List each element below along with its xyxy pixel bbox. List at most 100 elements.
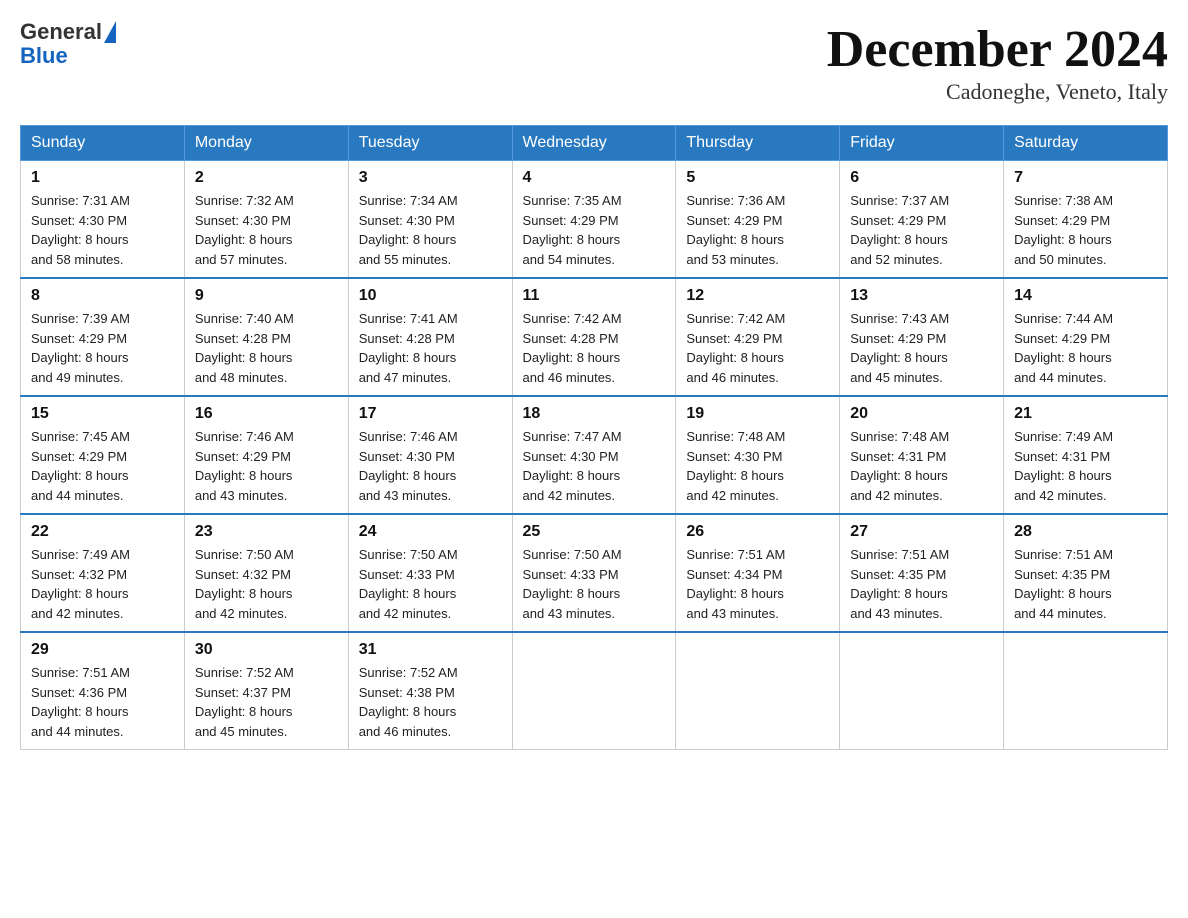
logo-block: General Blue bbox=[20, 20, 116, 68]
location-subtitle: Cadoneghe, Veneto, Italy bbox=[827, 79, 1168, 105]
day-number: 6 bbox=[850, 169, 993, 187]
table-row: 26Sunrise: 7:51 AMSunset: 4:34 PMDayligh… bbox=[676, 514, 840, 632]
day-info: Sunrise: 7:52 AMSunset: 4:37 PMDaylight:… bbox=[195, 663, 338, 741]
day-number: 29 bbox=[31, 641, 174, 659]
day-info: Sunrise: 7:31 AMSunset: 4:30 PMDaylight:… bbox=[31, 191, 174, 269]
table-row: 30Sunrise: 7:52 AMSunset: 4:37 PMDayligh… bbox=[184, 632, 348, 750]
day-number: 19 bbox=[686, 405, 829, 423]
day-info: Sunrise: 7:39 AMSunset: 4:29 PMDaylight:… bbox=[31, 309, 174, 387]
day-info: Sunrise: 7:50 AMSunset: 4:32 PMDaylight:… bbox=[195, 545, 338, 623]
table-row: 17 Sunrise: 7:46 AMSunset: 4:30 PMDayligh… bbox=[348, 396, 512, 514]
day-number: 14 bbox=[1014, 287, 1157, 305]
day-number: 9 bbox=[195, 287, 338, 305]
day-number: 12 bbox=[686, 287, 829, 305]
day-info: Sunrise: 7:45 AMSunset: 4:29 PMDaylight:… bbox=[31, 427, 174, 505]
day-number: 31 bbox=[359, 641, 502, 659]
table-row: 12Sunrise: 7:42 AMSunset: 4:29 PMDayligh… bbox=[676, 278, 840, 396]
calendar-week-5: 29 Sunrise: 7:51 AMSunset: 4:36 PMDayligh… bbox=[21, 632, 1168, 750]
day-number: 15 bbox=[31, 405, 174, 423]
day-info: Sunrise: 7:46 AMSunset: 4:29 PMDaylight:… bbox=[195, 427, 338, 505]
table-row: 9 Sunrise: 7:40 AMSunset: 4:28 PMDaylight… bbox=[184, 278, 348, 396]
day-info: Sunrise: 7:44 AMSunset: 4:29 PMDaylight:… bbox=[1014, 309, 1157, 387]
calendar-week-3: 15 Sunrise: 7:45 AMSunset: 4:29 PMDayligh… bbox=[21, 396, 1168, 514]
table-row: 28Sunrise: 7:51 AMSunset: 4:35 PMDayligh… bbox=[1004, 514, 1168, 632]
table-row bbox=[512, 632, 676, 750]
day-number: 26 bbox=[686, 523, 829, 541]
table-row: 2Sunrise: 7:32 AMSunset: 4:30 PMDaylight… bbox=[184, 161, 348, 279]
weekday-header-sunday: Sunday bbox=[21, 126, 185, 161]
calendar-week-2: 8 Sunrise: 7:39 AMSunset: 4:29 PMDaylight… bbox=[21, 278, 1168, 396]
day-info: Sunrise: 7:37 AMSunset: 4:29 PMDaylight:… bbox=[850, 191, 993, 269]
day-number: 10 bbox=[359, 287, 502, 305]
day-info: Sunrise: 7:52 AMSunset: 4:38 PMDaylight:… bbox=[359, 663, 502, 741]
table-row: 18 Sunrise: 7:47 AMSunset: 4:30 PMDayligh… bbox=[512, 396, 676, 514]
calendar-body: 1 Sunrise: 7:31 AMSunset: 4:30 PMDaylight… bbox=[21, 161, 1168, 750]
table-row: 8 Sunrise: 7:39 AMSunset: 4:29 PMDaylight… bbox=[21, 278, 185, 396]
table-row: 31 Sunrise: 7:52 AMSunset: 4:38 PMDayligh… bbox=[348, 632, 512, 750]
table-row bbox=[676, 632, 840, 750]
table-row bbox=[840, 632, 1004, 750]
day-info: Sunrise: 7:51 AMSunset: 4:35 PMDaylight:… bbox=[850, 545, 993, 623]
day-info: Sunrise: 7:42 AMSunset: 4:28 PMDaylight:… bbox=[523, 309, 666, 387]
weekday-header-row: SundayMondayTuesdayWednesdayThursdayFrid… bbox=[21, 126, 1168, 161]
day-info: Sunrise: 7:49 AMSunset: 4:31 PMDaylight:… bbox=[1014, 427, 1157, 505]
day-number: 21 bbox=[1014, 405, 1157, 423]
calendar-table: SundayMondayTuesdayWednesdayThursdayFrid… bbox=[20, 125, 1168, 750]
logo: General Blue bbox=[20, 20, 116, 68]
table-row: 1 Sunrise: 7:31 AMSunset: 4:30 PMDaylight… bbox=[21, 161, 185, 279]
day-number: 16 bbox=[195, 405, 338, 423]
table-row: 21 Sunrise: 7:49 AMSunset: 4:31 PMDayligh… bbox=[1004, 396, 1168, 514]
day-number: 11 bbox=[523, 287, 666, 305]
table-row: 6 Sunrise: 7:37 AMSunset: 4:29 PMDaylight… bbox=[840, 161, 1004, 279]
calendar-week-1: 1 Sunrise: 7:31 AMSunset: 4:30 PMDaylight… bbox=[21, 161, 1168, 279]
calendar-header: SundayMondayTuesdayWednesdayThursdayFrid… bbox=[21, 126, 1168, 161]
table-row: 19 Sunrise: 7:48 AMSunset: 4:30 PMDayligh… bbox=[676, 396, 840, 514]
page-header: General Blue December 2024 Cadoneghe, Ve… bbox=[20, 20, 1168, 105]
logo-triangle-icon bbox=[104, 21, 116, 43]
day-number: 18 bbox=[523, 405, 666, 423]
day-info: Sunrise: 7:36 AMSunset: 4:29 PMDaylight:… bbox=[686, 191, 829, 269]
day-info: Sunrise: 7:35 AMSunset: 4:29 PMDaylight:… bbox=[523, 191, 666, 269]
day-info: Sunrise: 7:48 AMSunset: 4:30 PMDaylight:… bbox=[686, 427, 829, 505]
table-row: 5 Sunrise: 7:36 AMSunset: 4:29 PMDaylight… bbox=[676, 161, 840, 279]
day-number: 1 bbox=[31, 169, 174, 187]
day-info: Sunrise: 7:49 AMSunset: 4:32 PMDaylight:… bbox=[31, 545, 174, 623]
weekday-header-wednesday: Wednesday bbox=[512, 126, 676, 161]
logo-general-text: General bbox=[20, 20, 102, 44]
day-number: 17 bbox=[359, 405, 502, 423]
day-info: Sunrise: 7:47 AMSunset: 4:30 PMDaylight:… bbox=[523, 427, 666, 505]
day-info: Sunrise: 7:38 AMSunset: 4:29 PMDaylight:… bbox=[1014, 191, 1157, 269]
day-info: Sunrise: 7:50 AMSunset: 4:33 PMDaylight:… bbox=[523, 545, 666, 623]
day-number: 8 bbox=[31, 287, 174, 305]
table-row: 11 Sunrise: 7:42 AMSunset: 4:28 PMDayligh… bbox=[512, 278, 676, 396]
table-row: 20Sunrise: 7:48 AMSunset: 4:31 PMDayligh… bbox=[840, 396, 1004, 514]
day-info: Sunrise: 7:46 AMSunset: 4:30 PMDaylight:… bbox=[359, 427, 502, 505]
day-number: 23 bbox=[195, 523, 338, 541]
day-number: 27 bbox=[850, 523, 993, 541]
table-row: 23 Sunrise: 7:50 AMSunset: 4:32 PMDayligh… bbox=[184, 514, 348, 632]
table-row bbox=[1004, 632, 1168, 750]
day-number: 3 bbox=[359, 169, 502, 187]
weekday-header-friday: Friday bbox=[840, 126, 1004, 161]
weekday-header-tuesday: Tuesday bbox=[348, 126, 512, 161]
weekday-header-thursday: Thursday bbox=[676, 126, 840, 161]
table-row: 13Sunrise: 7:43 AMSunset: 4:29 PMDayligh… bbox=[840, 278, 1004, 396]
table-row: 16 Sunrise: 7:46 AMSunset: 4:29 PMDayligh… bbox=[184, 396, 348, 514]
day-info: Sunrise: 7:51 AMSunset: 4:36 PMDaylight:… bbox=[31, 663, 174, 741]
day-number: 5 bbox=[686, 169, 829, 187]
day-number: 2 bbox=[195, 169, 338, 187]
month-title: December 2024 bbox=[827, 20, 1168, 79]
table-row: 29 Sunrise: 7:51 AMSunset: 4:36 PMDayligh… bbox=[21, 632, 185, 750]
day-info: Sunrise: 7:40 AMSunset: 4:28 PMDaylight:… bbox=[195, 309, 338, 387]
day-info: Sunrise: 7:50 AMSunset: 4:33 PMDaylight:… bbox=[359, 545, 502, 623]
weekday-header-monday: Monday bbox=[184, 126, 348, 161]
day-number: 25 bbox=[523, 523, 666, 541]
logo-row-bottom: Blue bbox=[20, 44, 116, 68]
day-info: Sunrise: 7:43 AMSunset: 4:29 PMDaylight:… bbox=[850, 309, 993, 387]
logo-blue-text: Blue bbox=[20, 44, 68, 68]
title-block: December 2024 Cadoneghe, Veneto, Italy bbox=[827, 20, 1168, 105]
day-number: 28 bbox=[1014, 523, 1157, 541]
table-row: 14 Sunrise: 7:44 AMSunset: 4:29 PMDayligh… bbox=[1004, 278, 1168, 396]
table-row: 7Sunrise: 7:38 AMSunset: 4:29 PMDaylight… bbox=[1004, 161, 1168, 279]
table-row: 27 Sunrise: 7:51 AMSunset: 4:35 PMDayligh… bbox=[840, 514, 1004, 632]
